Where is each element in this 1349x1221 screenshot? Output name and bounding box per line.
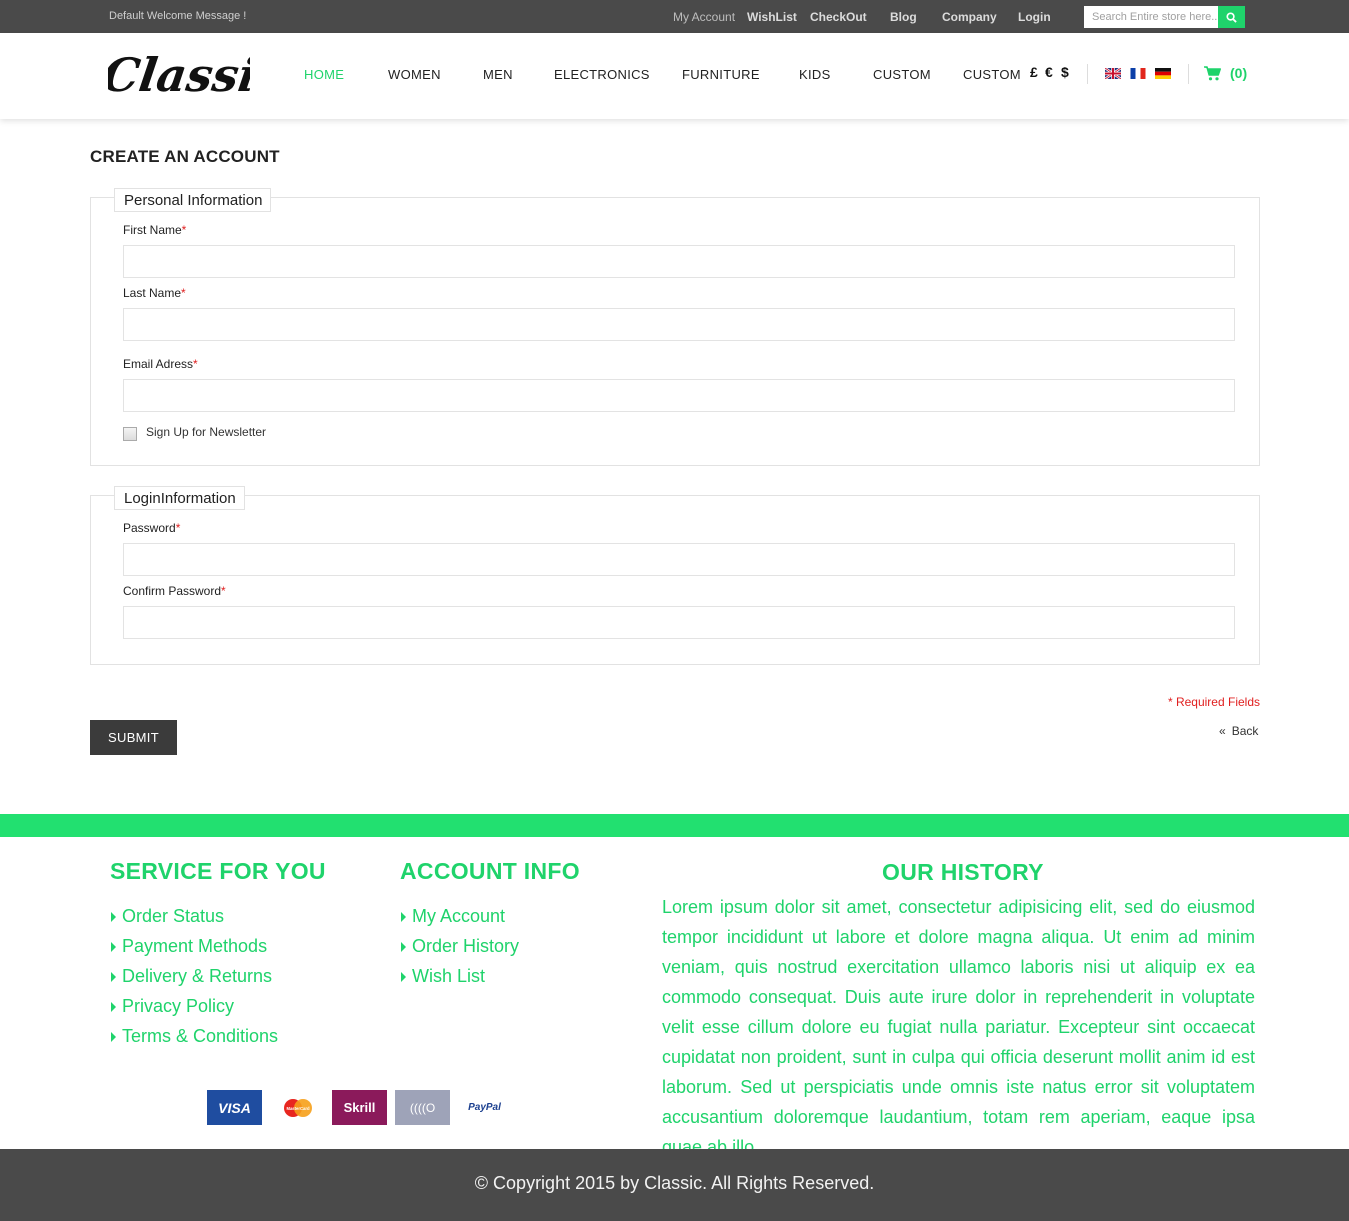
currency-euro[interactable]: €	[1045, 64, 1053, 80]
caret-right-icon	[401, 971, 406, 982]
search-icon	[1226, 11, 1237, 23]
cart-button[interactable]: (0)	[1204, 65, 1247, 81]
footer-link-my-account[interactable]: My Account	[401, 906, 505, 927]
caret-right-icon	[111, 1001, 116, 1012]
caret-right-icon	[111, 911, 116, 922]
nav-furniture[interactable]: FURNITURE	[682, 67, 760, 82]
email-field[interactable]	[123, 379, 1235, 412]
double-chevron-left-icon: «	[1219, 724, 1226, 738]
caret-right-icon	[401, 911, 406, 922]
nav-custom-1[interactable]: CUSTOM	[873, 67, 931, 82]
footer-link-delivery-returns[interactable]: Delivery & Returns	[111, 966, 272, 987]
visa-icon: VISA	[207, 1090, 262, 1125]
welcome-message: Default Welcome Message !	[109, 10, 247, 22]
login-information-section: LoginInformation Password* Confirm Passw…	[90, 486, 1260, 665]
divider	[1087, 64, 1088, 84]
first-name-field[interactable]	[123, 245, 1235, 278]
newsletter-label: Sign Up for Newsletter	[146, 425, 267, 439]
personal-information-section: Personal Information First Name* Last Na…	[90, 188, 1260, 466]
search-input[interactable]	[1084, 6, 1218, 28]
caret-right-icon	[111, 971, 116, 982]
footer-link-wish-list[interactable]: Wish List	[401, 966, 485, 987]
newsletter-checkbox[interactable]	[123, 427, 137, 441]
confirm-password-label: Confirm Password*	[123, 584, 226, 598]
skrill-icon: Skrill	[332, 1090, 387, 1125]
top-link-wishlist[interactable]: WishList	[747, 10, 797, 24]
email-label: Email Adress*	[123, 357, 198, 371]
currency-dollar[interactable]: $	[1061, 64, 1069, 80]
divider	[1188, 64, 1189, 84]
classic-logo-icon: Classic	[99, 48, 288, 102]
page-title: CREATE AN ACCOUNT	[90, 147, 280, 166]
service-title: SERVICE FOR YOU	[110, 858, 326, 884]
shopping-cart-icon	[1204, 65, 1221, 80]
confirm-password-field[interactable]	[123, 606, 1235, 639]
logo[interactable]: Classic	[99, 39, 288, 108]
submit-button[interactable]: SUBMIT	[90, 720, 177, 755]
password-field[interactable]	[123, 543, 1235, 576]
footer-link-order-history[interactable]: Order History	[401, 936, 519, 957]
france-flag-icon[interactable]	[1130, 68, 1146, 79]
back-label: Back	[1231, 724, 1259, 738]
search-box	[1084, 6, 1245, 28]
login-information-legend: LoginInformation	[114, 486, 245, 510]
nav-custom-2[interactable]: CUSTOM	[963, 67, 1021, 82]
contactless-payment-icon: ((((O	[395, 1090, 450, 1125]
top-bar: Default Welcome Message ! My Account Wis…	[0, 0, 1349, 33]
nav-kids[interactable]: KIDS	[799, 67, 831, 82]
currency-pound[interactable]: £	[1030, 64, 1038, 80]
last-name-field[interactable]	[123, 308, 1235, 341]
top-link-login[interactable]: Login	[1018, 10, 1051, 24]
back-link[interactable]: « Back	[1219, 724, 1258, 738]
nav-home[interactable]: HOME	[304, 67, 344, 82]
copyright-text: © Copyright 2015 by Classic. All Rights …	[474, 1173, 875, 1193]
account-info-title: ACCOUNT INFO	[400, 858, 580, 884]
footer-link-terms-conditions[interactable]: Terms & Conditions	[111, 1026, 278, 1047]
top-link-company[interactable]: Company	[942, 10, 997, 24]
svg-text:MasterCard: MasterCard	[286, 1106, 309, 1111]
uk-flag-icon[interactable]	[1105, 68, 1121, 79]
top-link-my-account[interactable]: My Account	[673, 10, 735, 24]
caret-right-icon	[111, 941, 116, 952]
germany-flag-icon[interactable]	[1155, 68, 1171, 79]
our-history-title: OUR HISTORY	[882, 859, 1044, 885]
footer-link-payment-methods[interactable]: Payment Methods	[111, 936, 267, 957]
mastercard-icon: MasterCard	[270, 1090, 325, 1125]
top-link-checkout[interactable]: CheckOut	[810, 10, 867, 24]
footer-link-order-status[interactable]: Order Status	[111, 906, 224, 927]
header: Classic HOME WOMEN MEN ELECTRONICS FURNI…	[0, 33, 1349, 119]
nav-men[interactable]: MEN	[483, 67, 513, 82]
last-name-label: Last Name*	[123, 286, 186, 300]
first-name-label: First Name*	[123, 223, 187, 237]
nav-women[interactable]: WOMEN	[388, 67, 441, 82]
paypal-icon: PayPal	[468, 1102, 501, 1113]
required-fields-note: * Required Fields	[1167, 695, 1260, 709]
top-link-blog[interactable]: Blog	[890, 10, 917, 24]
search-button[interactable]	[1218, 6, 1245, 28]
footer-link-privacy-policy[interactable]: Privacy Policy	[111, 996, 234, 1017]
history-text: Lorem ipsum dolor sit amet, consectetur …	[662, 897, 1255, 1157]
footer-band	[0, 814, 1349, 837]
personal-information-legend: Personal Information	[114, 188, 272, 212]
caret-right-icon	[401, 941, 406, 952]
cart-count: (0)	[1230, 65, 1248, 81]
nav-electronics[interactable]: ELECTRONICS	[554, 67, 650, 82]
password-label: Password*	[123, 521, 181, 535]
caret-right-icon	[111, 1031, 116, 1042]
logo-text: Classic	[108, 48, 250, 102]
